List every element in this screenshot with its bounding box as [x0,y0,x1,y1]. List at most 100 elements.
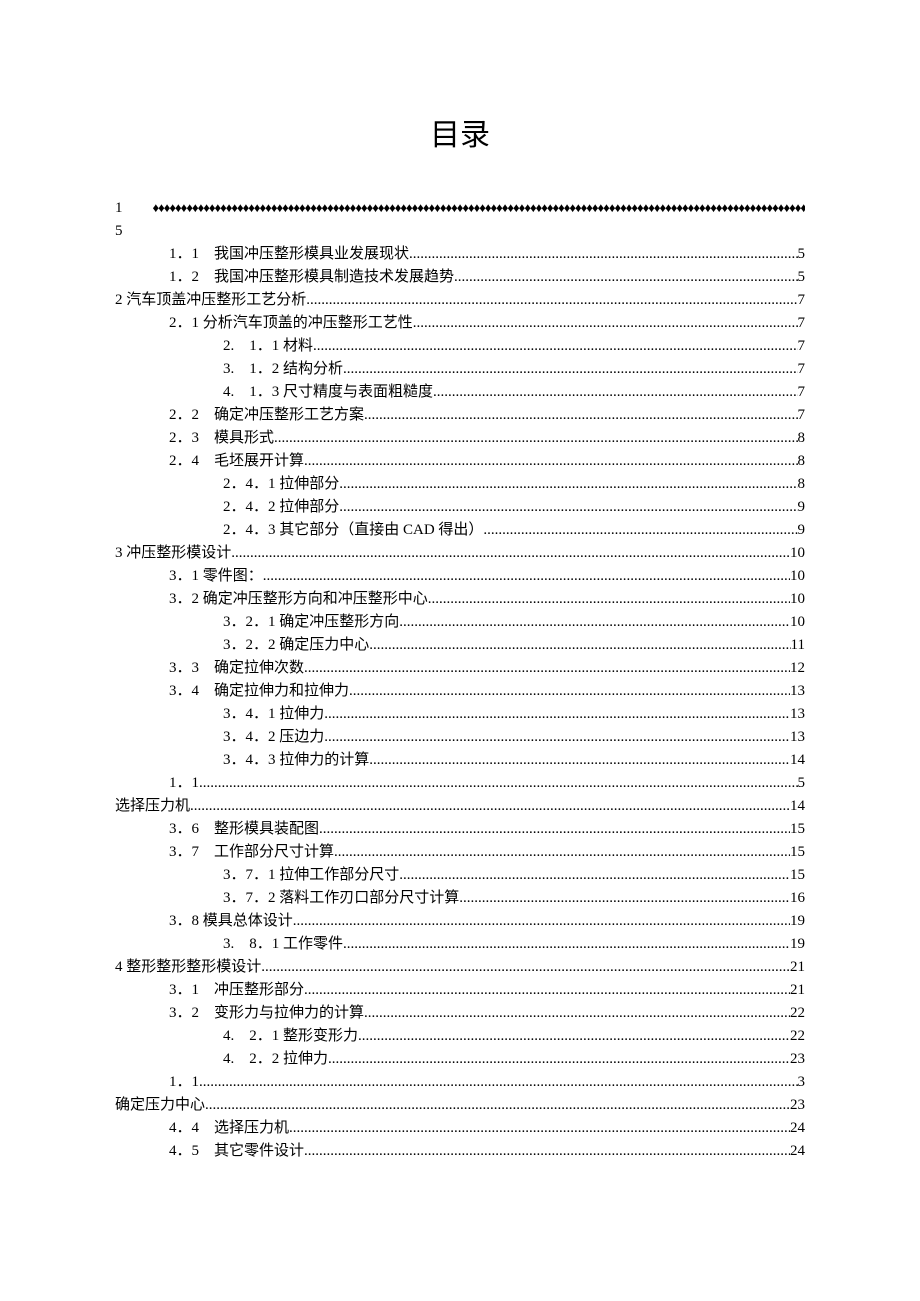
toc-leader-dots [343,358,797,381]
toc-label: 1．1 [169,1071,199,1094]
toc-leader-dots [399,611,790,634]
toc-entry: 2．4．1 拉伸部分 8 [115,473,805,496]
toc-label: 选择压力机 [115,795,190,818]
toc-page-number: 7 [798,358,806,381]
toc-label: 3．6 整形模具装配图 [169,818,319,841]
toc-label: 3．4 确定拉伸力和拉伸力 [169,680,349,703]
toc-leader-dots [364,404,797,427]
toc-leader-dots [261,956,790,979]
toc-leader-dots [289,1117,790,1140]
toc-page-number: 5 [798,243,806,266]
toc-leader-dots [369,634,790,657]
toc-label: 3. 8．1 工作零件 [223,933,343,956]
toc-leader-dots [263,565,790,588]
toc-label: 2．4．1 拉伸部分 [223,473,339,496]
toc-entry: 3 冲压整形模设计10 [115,542,805,565]
toc-leader-dots [304,979,790,1002]
toc-leader-dots [199,772,797,795]
toc-label: 3．8 模具总体设计 [169,910,293,933]
toc-entry: 3．2 变形力与拉伸力的计算22 [115,1002,805,1025]
toc-page-number: 14 [790,749,805,772]
toc-entry: 确定压力中心 23 [115,1094,805,1117]
toc-leader-diamonds [153,196,805,219]
toc-label: 3．7．1 拉伸工作部分尺寸 [223,864,399,887]
toc-page-number: 15 [790,841,805,864]
toc-entry: 4. 1．3 尺寸精度与表面粗糙度 7 [115,381,805,404]
toc-leader-dots [319,818,790,841]
toc-leader-dots [190,795,790,818]
toc-entry: 4 整形整形整形模设计 21 [115,956,805,979]
toc-label: 3．2 确定冲压整形方向和冲压整形中心 [169,588,428,611]
toc-entry: 4. 2．1 整形变形力 22 [115,1025,805,1048]
toc-page-number: 13 [790,726,805,749]
toc-entry: 3．4．1 拉伸力 13 [115,703,805,726]
toc-label: 1．1 我国冲压整形模具业发展现状 [169,243,409,266]
toc-page-number: 19 [790,933,805,956]
toc-leader-dots [364,1002,790,1025]
toc-page-number: 7 [798,335,806,358]
toc-leader-dots [205,1094,790,1117]
toc-entry: 4. 2．2 拉伸力23 [115,1048,805,1071]
toc-page-number: 7 [798,404,806,427]
toc-entry: 2．1 分析汽车顶盖的冲压整形工艺性 7 [115,312,805,335]
toc-page-number: 8 [798,450,806,473]
toc-leader-dots [313,335,797,358]
toc-page-number: 21 [790,956,805,979]
toc-entry: 3. 8．1 工作零件 19 [115,933,805,956]
toc-entry: 3．2 确定冲压整形方向和冲压整形中心 10 [115,588,805,611]
toc-leader-dots [358,1025,790,1048]
toc-leader-dots [369,749,790,772]
toc-label: 3．3 确定拉伸次数 [169,657,304,680]
toc-entry: 3. 1．2 结构分析 7 [115,358,805,381]
toc-page-number: 5 [798,266,806,289]
toc-entry: 2．2 确定冲压整形工艺方案 7 [115,404,805,427]
toc-leader-dots [328,1048,790,1071]
toc-entry: 3．1 冲压整形部分 21 [115,979,805,1002]
toc-page-number: 24 [790,1140,805,1163]
toc-entry: 4．4 选择压力机24 [115,1117,805,1140]
toc-leader-dots [231,542,790,565]
toc-label: 3．4．3 拉伸力的计算 [223,749,369,772]
toc-entry: 2．4．2 拉伸部分 9 [115,496,805,519]
toc-page-number: 10 [790,611,805,634]
toc-page-number: 8 [798,473,806,496]
toc-label: 1 [115,197,153,220]
toc-leader-dots [274,427,797,450]
toc-entry: 3．6 整形模具装配图 15 [115,818,805,841]
toc-label: 4. 1．3 尺寸精度与表面粗糙度 [223,381,433,404]
toc-page-number: 15 [790,818,805,841]
toc-entry: 3．7．1 拉伸工作部分尺寸 15 [115,864,805,887]
toc-leader-dots [304,657,790,680]
toc-page-number: 8 [798,427,806,450]
toc-entry: 1．1 我国冲压整形模具业发展现状 5 [115,243,805,266]
toc-label: 3．2．1 确定冲压整形方向 [223,611,399,634]
toc-entry: 3．2．2 确定压力中心 11 [115,634,805,657]
toc-entry: 2．3 模具形式 8 [115,427,805,450]
toc-leader-dots [454,266,797,289]
toc-leader-dots [343,933,790,956]
toc-entry: 1．1 3 [115,1071,805,1094]
toc-label: 4 整形整形整形模设计 [115,956,261,979]
toc-label: 4. 2．1 整形变形力 [223,1025,358,1048]
toc-entry: 3．1 零件图： 10 [115,565,805,588]
toc-label: 3．4．1 拉伸力 [223,703,324,726]
toc-entry: 2．4．3 其它部分（直接由 CAD 得出）9 [115,519,805,542]
toc-label: 1．2 我国冲压整形模具制造技术发展趋势 [169,266,454,289]
toc-entry: 3．7．2 落料工作刃口部分尺寸计算 16 [115,887,805,910]
toc-page-number: 7 [798,289,806,312]
toc-leader-dots [306,289,797,312]
toc-leader-dots [459,887,790,910]
toc-page-number: 23 [790,1094,805,1117]
toc-entry: 3．4．2 压边力 13 [115,726,805,749]
toc-entry: 5 [115,220,805,243]
toc-page-number: 12 [790,657,805,680]
toc-label: 4. 2．2 拉伸力 [223,1048,328,1071]
toc-label: 3．4．2 压边力 [223,726,324,749]
toc-label: 4．5 其它零件设计 [169,1140,304,1163]
toc-entry: 1．1 5 [115,772,805,795]
toc-page-number: 7 [798,312,806,335]
toc-entry: 2. 1．1 材料 7 [115,335,805,358]
toc-page-number: 10 [790,542,805,565]
toc-page-number: 10 [790,565,805,588]
toc-label: 2．1 分析汽车顶盖的冲压整形工艺性 [169,312,413,335]
